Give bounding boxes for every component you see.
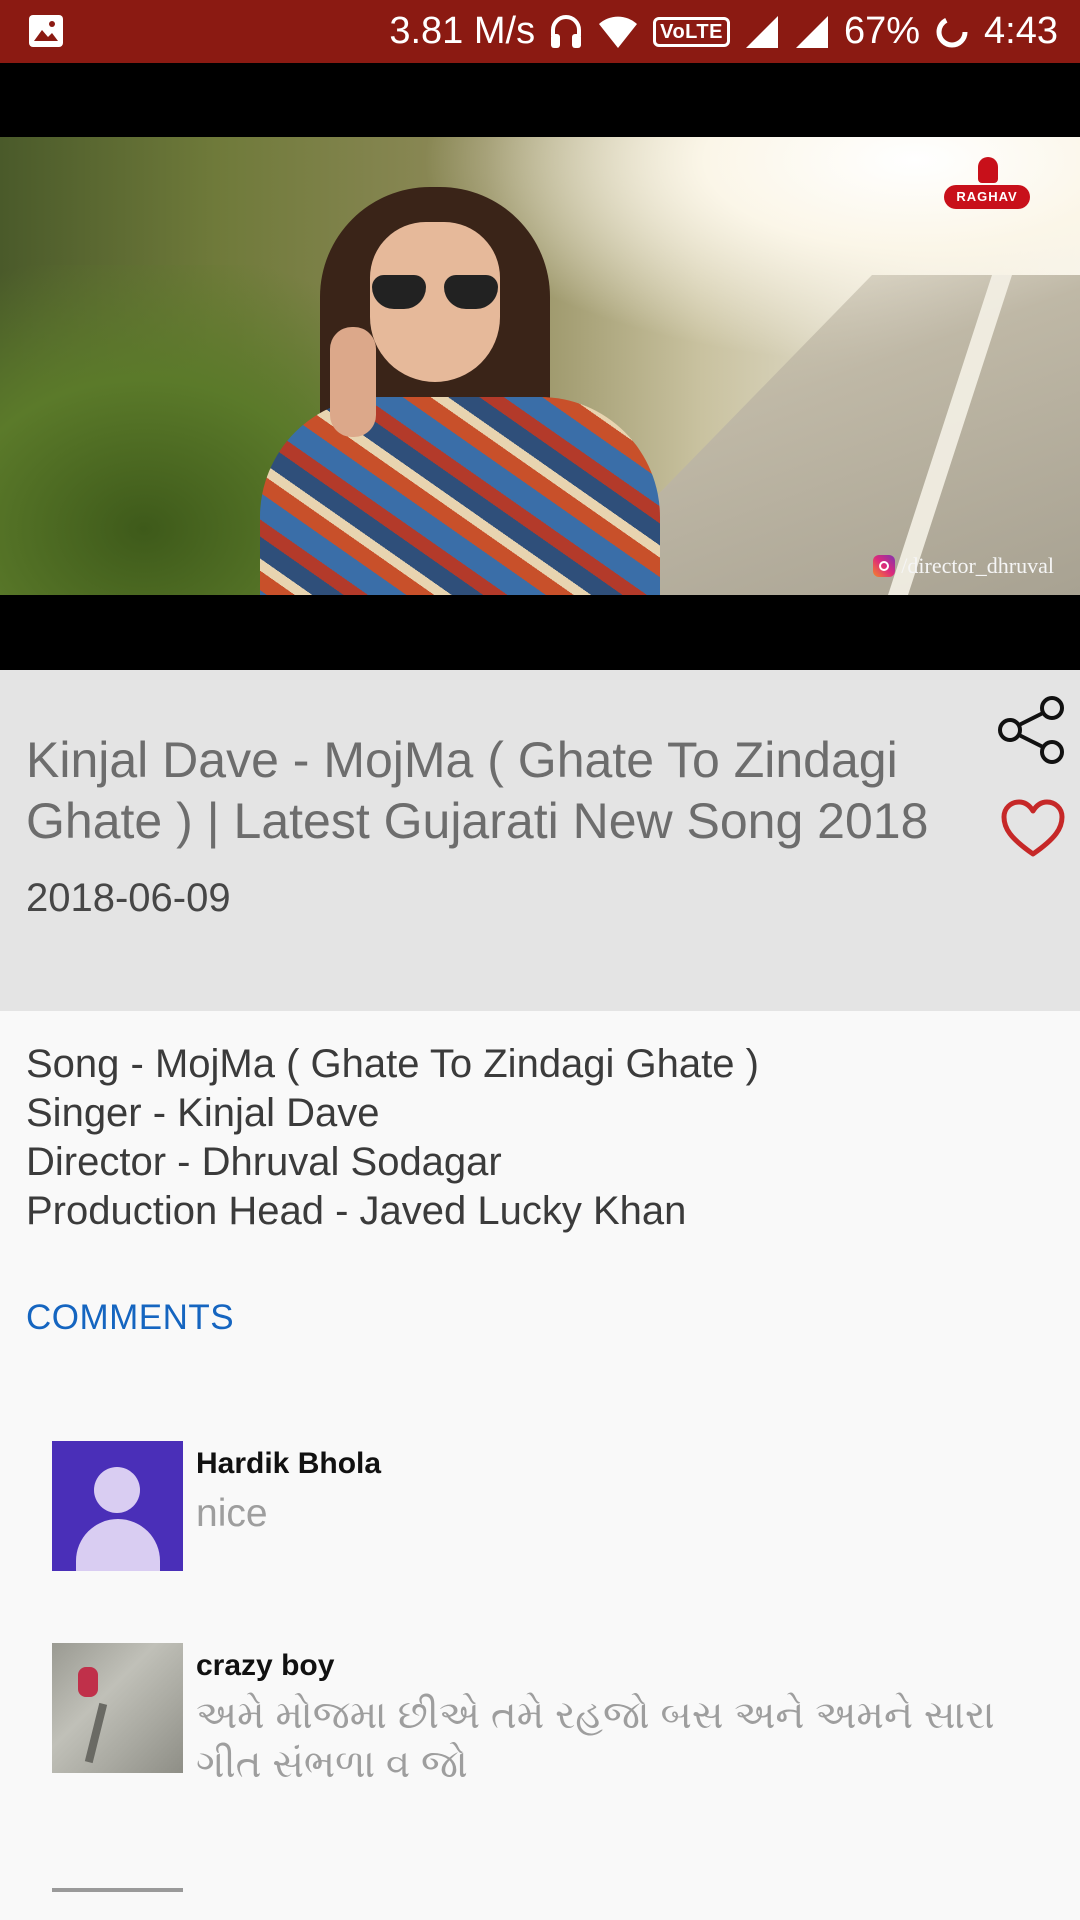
- battery-percent: 67%: [843, 10, 921, 52]
- gallery-icon: [29, 15, 63, 47]
- description-line: Singer - Kinjal Dave: [26, 1091, 380, 1135]
- video-title: Kinjal Dave - MojMa ( Ghate To Zindagi G…: [26, 732, 929, 849]
- battery-icon: [936, 16, 968, 47]
- share-icon[interactable]: [996, 694, 1068, 766]
- status-bar: 3.81 M/s VoLTE 67% 4:43: [0, 0, 1080, 63]
- comment-item: crazy boy અમે મોજમા છીએ તમે રહજો બસ અને …: [52, 1643, 1052, 1793]
- heart-icon[interactable]: [1000, 798, 1066, 860]
- signal-icon-2: [795, 15, 828, 48]
- description-line: Director - Dhruval Sodagar: [26, 1140, 502, 1184]
- video-player[interactable]: RAGHAV /director_dhruval: [0, 63, 1080, 670]
- description-line: Production Head - Javed Lucky Khan: [26, 1189, 687, 1233]
- comment-author: crazy boy: [196, 1649, 335, 1682]
- video-info-panel: Kinjal Dave - MojMa ( Ghate To Zindagi G…: [0, 670, 1080, 1011]
- video-watermark: /director_dhruval: [873, 553, 1054, 579]
- signal-icon: [745, 15, 778, 48]
- avatar[interactable]: [52, 1441, 183, 1571]
- headphones-icon: [551, 14, 582, 48]
- description-line: Song - MojMa ( Ghate To Zindagi Ghate ): [26, 1042, 759, 1086]
- video-date: 2018-06-09: [26, 876, 231, 920]
- video-description: Song - MojMa ( Ghate To Zindagi Ghate ) …: [26, 1040, 759, 1236]
- comment-text: nice: [196, 1492, 268, 1535]
- volte-badge: VoLTE: [653, 16, 730, 47]
- comments-heading: COMMENTS: [26, 1298, 235, 1337]
- wifi-icon: [599, 16, 638, 48]
- video-thumbnail[interactable]: RAGHAV /director_dhruval: [0, 137, 1080, 595]
- clock: 4:43: [984, 10, 1058, 52]
- avatar[interactable]: [52, 1643, 183, 1773]
- comment-author: Hardik Bhola: [196, 1447, 382, 1480]
- comment-item: Hardik Bhola nice: [52, 1441, 1052, 1571]
- comment-text: અમે મોજમા છીએ તમે રહજો બસ અને અમને સારા …: [196, 1694, 995, 1786]
- video-subject: [260, 177, 660, 595]
- next-comment-placeholder: [52, 1888, 183, 1892]
- network-speed: 3.81 M/s: [389, 10, 536, 52]
- instagram-icon: [873, 555, 896, 577]
- channel-logo: RAGHAV: [944, 157, 1034, 217]
